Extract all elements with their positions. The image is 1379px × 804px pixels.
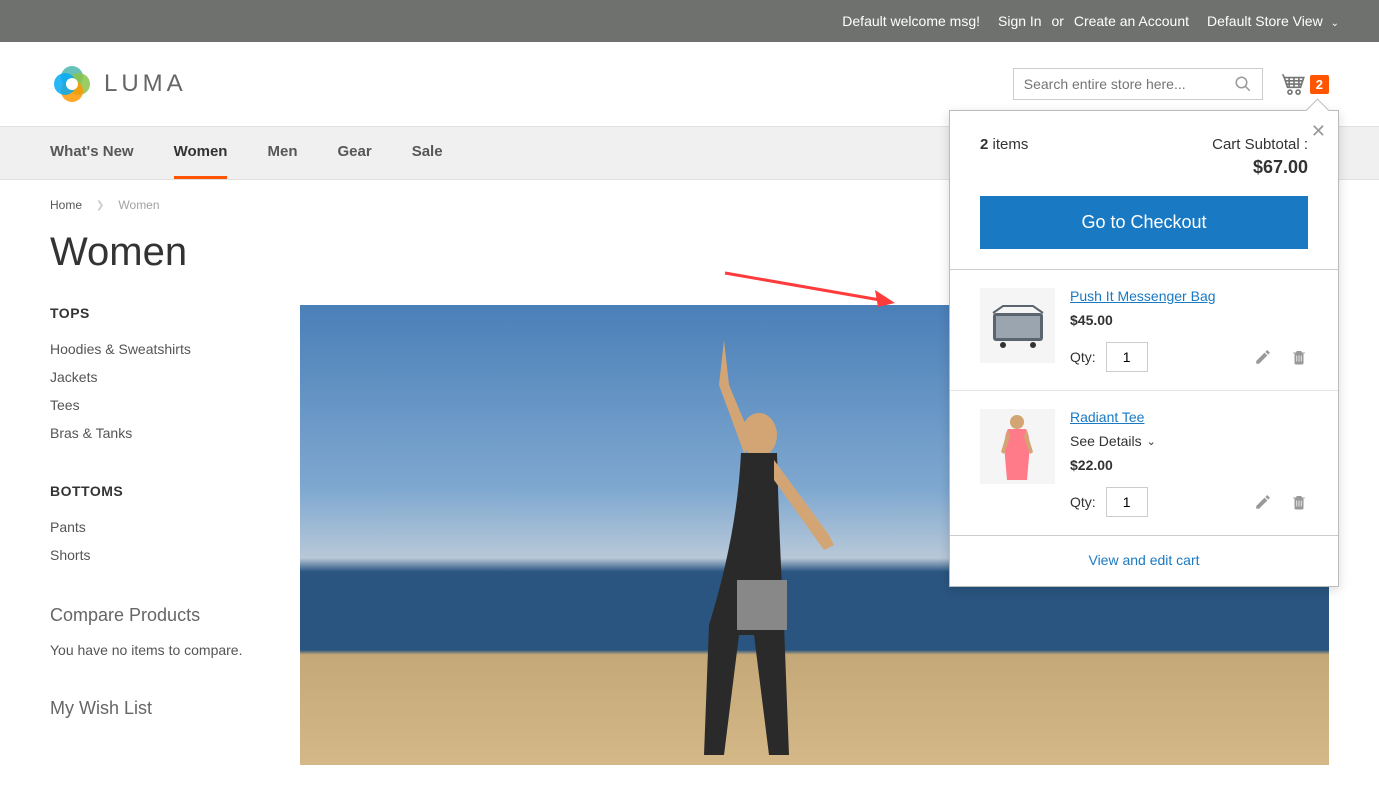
search-icon[interactable]: [1234, 75, 1252, 93]
product-name-link[interactable]: Radiant Tee: [1070, 409, 1308, 425]
breadcrumb-home[interactable]: Home: [50, 198, 82, 212]
sidebar-tops-heading: TOPS: [50, 305, 260, 321]
sidebar: TOPS Hoodies & Sweatshirts Jackets Tees …: [50, 305, 260, 765]
sidebar-item-tees[interactable]: Tees: [50, 391, 260, 419]
nav-gear[interactable]: Gear: [337, 127, 371, 179]
product-price: $22.00: [1070, 457, 1308, 473]
sidebar-tops-list: Hoodies & Sweatshirts Jackets Tees Bras …: [50, 335, 260, 447]
top-bar: Default welcome msg! Sign In or Create a…: [0, 0, 1379, 42]
search-box[interactable]: [1013, 68, 1263, 100]
sidebar-item-hoodies[interactable]: Hoodies & Sweatshirts: [50, 335, 260, 363]
see-details-toggle[interactable]: See Details ⌄: [1070, 433, 1308, 449]
trash-icon[interactable]: [1290, 493, 1308, 511]
sidebar-item-shorts[interactable]: Shorts: [50, 541, 260, 569]
checkout-button[interactable]: Go to Checkout: [980, 196, 1308, 249]
product-name-link[interactable]: Push It Messenger Bag: [1070, 288, 1308, 304]
logo[interactable]: LUMA: [50, 62, 187, 106]
sign-in-link[interactable]: Sign In: [998, 13, 1042, 29]
nav-sale[interactable]: Sale: [412, 127, 443, 179]
product-thumbnail[interactable]: [980, 288, 1055, 363]
minicart-item-count: 2 items: [980, 136, 1028, 178]
nav-whats-new[interactable]: What's New: [50, 127, 134, 179]
sidebar-bottoms-heading: BOTTOMS: [50, 483, 260, 499]
product-price: $45.00: [1070, 312, 1308, 328]
store-view-switcher[interactable]: Default Store View ⌄: [1207, 13, 1339, 29]
logo-icon: [50, 62, 94, 106]
chevron-down-icon: ⌄: [1147, 435, 1156, 448]
minicart-item: Radiant Tee See Details ⌄ $22.00 Qty:: [950, 391, 1338, 535]
view-cart-link[interactable]: View and edit cart: [1088, 552, 1199, 568]
trash-icon[interactable]: [1290, 348, 1308, 366]
minicart-dropdown: ✕ 2 items Cart Subtotal : $67.00 Go to C…: [949, 110, 1339, 587]
minicart-item: Push It Messenger Bag $45.00 Qty:: [950, 270, 1338, 391]
cart-icon: [1281, 72, 1307, 96]
cart-count-badge: 2: [1310, 75, 1329, 94]
chevron-right-icon: ❯: [96, 200, 104, 211]
breadcrumb-current: Women: [118, 198, 159, 212]
logo-text: LUMA: [104, 70, 187, 98]
create-account-link[interactable]: Create an Account: [1074, 13, 1189, 29]
search-input[interactable]: [1024, 76, 1234, 92]
sidebar-item-pants[interactable]: Pants: [50, 513, 260, 541]
compare-empty-text: You have no items to compare.: [50, 642, 260, 658]
qty-input[interactable]: [1106, 342, 1148, 372]
close-icon[interactable]: ✕: [1311, 121, 1326, 142]
nav-men[interactable]: Men: [267, 127, 297, 179]
sidebar-item-bras[interactable]: Bras & Tanks: [50, 419, 260, 447]
chevron-down-icon: ⌄: [1331, 18, 1339, 29]
nav-women[interactable]: Women: [174, 127, 228, 179]
qty-label: Qty:: [1070, 349, 1096, 365]
qty-input[interactable]: [1106, 487, 1148, 517]
welcome-message: Default welcome msg!: [842, 13, 980, 29]
sidebar-item-jackets[interactable]: Jackets: [50, 363, 260, 391]
compare-title: Compare Products: [50, 605, 260, 626]
minicart-items: Push It Messenger Bag $45.00 Qty:: [950, 269, 1338, 535]
edit-icon[interactable]: [1254, 493, 1272, 511]
product-thumbnail[interactable]: [980, 409, 1055, 484]
qty-label: Qty:: [1070, 494, 1096, 510]
or-separator: or: [1051, 13, 1063, 29]
minicart-subtotal: Cart Subtotal : $67.00: [1212, 136, 1308, 178]
edit-icon[interactable]: [1254, 348, 1272, 366]
hero-figure: [609, 335, 889, 765]
cart-toggle[interactable]: 2: [1281, 72, 1329, 96]
sidebar-bottoms-list: Pants Shorts: [50, 513, 260, 569]
wishlist-title: My Wish List: [50, 698, 260, 719]
